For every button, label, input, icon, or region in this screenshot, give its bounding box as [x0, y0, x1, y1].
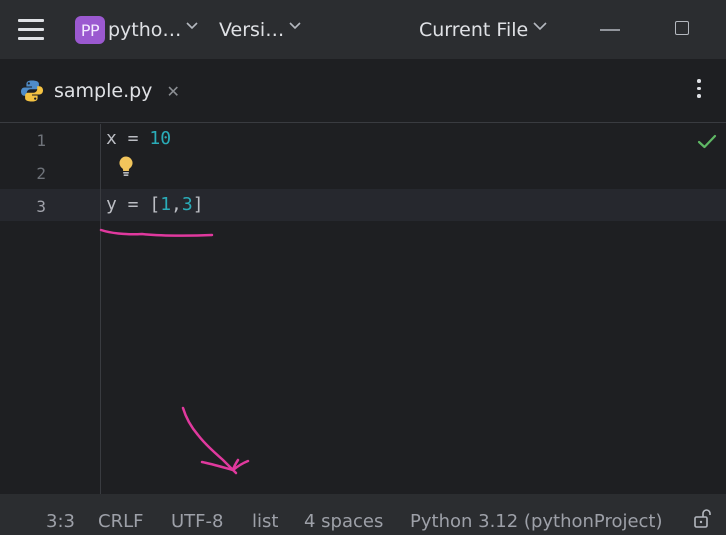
code-line[interactable]: x = 10: [106, 128, 171, 149]
lightbulb-icon[interactable]: [117, 155, 135, 179]
code-punctuation: ]: [192, 194, 204, 215]
vcs-label: Versi…: [219, 19, 285, 41]
code-punctuation: ,: [171, 194, 182, 215]
type-hint[interactable]: list: [252, 511, 278, 532]
line-number: 3: [36, 197, 46, 216]
unlock-icon[interactable]: [693, 507, 713, 529]
editor-tab-bar: sample.py ✕: [0, 59, 726, 123]
project-name: pytho…: [108, 19, 182, 41]
more-options-icon[interactable]: [696, 79, 702, 101]
gutter-divider: [100, 124, 101, 494]
line-number: 2: [36, 164, 46, 183]
main-menu-icon[interactable]: [18, 18, 44, 40]
tab-label: sample.py: [54, 80, 153, 102]
minimize-icon[interactable]: [598, 22, 622, 38]
code-line[interactable]: y = [1,3]: [106, 194, 204, 215]
caret-position[interactable]: 3:3: [46, 511, 75, 532]
python-interpreter[interactable]: Python 3.12 (pythonProject): [410, 511, 663, 532]
line-number: 1: [36, 131, 46, 150]
code-text: y = [: [106, 194, 161, 215]
checkmark-icon[interactable]: [697, 133, 717, 151]
code-text: x =: [106, 128, 150, 149]
run-configuration-label: Current File: [419, 19, 529, 41]
vcs-selector[interactable]: Versi…: [219, 15, 301, 45]
file-encoding[interactable]: UTF-8: [171, 511, 223, 532]
tab-sample-py[interactable]: sample.py ✕: [20, 73, 180, 109]
maximize-icon[interactable]: [675, 21, 689, 35]
number-literal: 1: [160, 194, 172, 215]
code-editor[interactable]: [0, 124, 726, 494]
chevron-down-icon: [186, 21, 198, 33]
python-icon: [20, 79, 44, 103]
chevron-down-icon: [533, 21, 547, 33]
project-badge: PP: [75, 16, 105, 44]
run-configuration-selector[interactable]: Current File: [419, 15, 547, 45]
project-selector[interactable]: PP pytho…: [75, 15, 198, 45]
title-bar: PP pytho… Versi… Current File: [0, 0, 726, 59]
chevron-down-icon: [289, 21, 301, 33]
close-icon[interactable]: ✕: [166, 82, 179, 101]
number-literal: 10: [149, 128, 172, 149]
number-literal: 3: [181, 194, 193, 215]
indent-setting[interactable]: 4 spaces: [304, 511, 383, 532]
line-separator[interactable]: CRLF: [98, 511, 143, 532]
